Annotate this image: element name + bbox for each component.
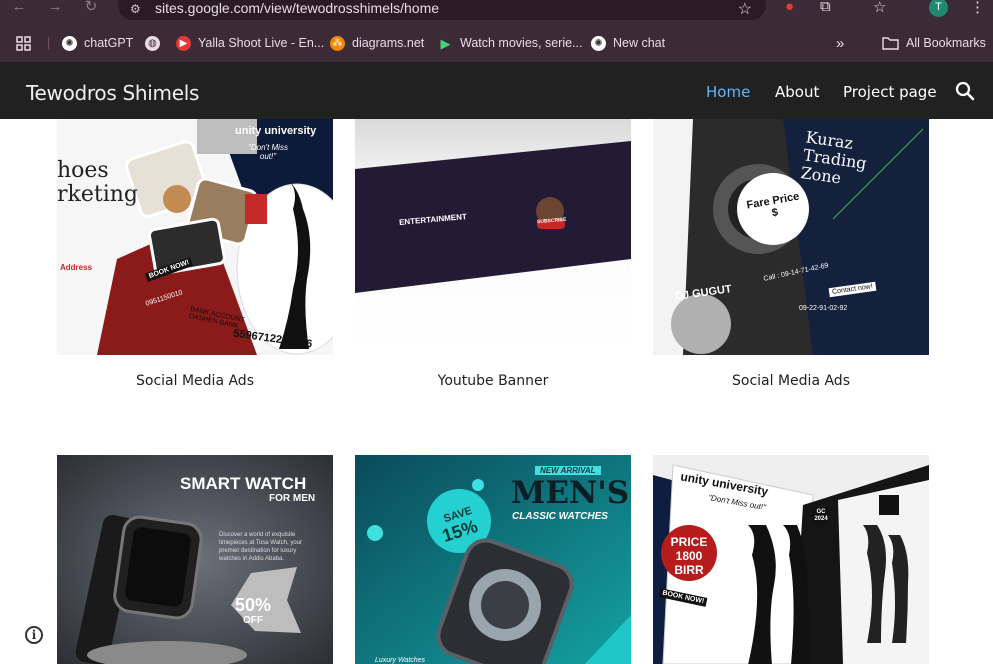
unity-university-amount: 1800	[675, 549, 703, 563]
bookmark-label: Watch movies, serie...	[460, 36, 583, 50]
nav-project-page[interactable]: Project page	[843, 83, 937, 101]
youtube-banner-artwork	[355, 119, 631, 355]
unity-university-price: PRICE	[670, 535, 708, 549]
bookmark-new-chat[interactable]: ✺ New chat	[591, 34, 665, 52]
shoes-ad-dontmiss: "Don't Miss out!"	[248, 143, 288, 161]
url-text[interactable]: sites.google.com/view/tewodrosshimels/ho…	[155, 0, 439, 16]
info-icon[interactable]: i	[25, 626, 43, 644]
mens-watches-sub: CLASSIC WATCHES	[512, 511, 608, 522]
mens-watches-new: NEW ARRIVAL	[535, 466, 601, 475]
nav-about[interactable]: About	[775, 83, 819, 101]
bookmark-yalla-shoot[interactable]: ▶ Yalla Shoot Live - En...	[176, 34, 324, 52]
diagrams-icon: ⁂	[330, 35, 345, 51]
bookmark-label: Yalla Shoot Live - En...	[198, 36, 325, 50]
shoes-ad-address: Address	[60, 263, 93, 272]
profile-avatar[interactable]: T	[929, 0, 948, 17]
smart-watch-title: SMART WATCH	[180, 474, 307, 493]
bookmark-globe[interactable]: ◍	[145, 34, 167, 52]
unity-university-birr: BIRR	[674, 563, 704, 577]
extensions-puzzle-icon[interactable]: ⧉	[820, 0, 831, 15]
play-green-icon: ▶	[440, 35, 451, 51]
folder-icon	[882, 37, 899, 50]
bookmark-label: New chat	[613, 36, 666, 50]
bookmark-diagrams[interactable]: ⁂ diagrams.net	[330, 34, 424, 52]
caption-tile-2: Youtube Banner	[437, 373, 549, 389]
openai-icon: ✺	[591, 35, 606, 51]
dj-ad-artwork	[653, 119, 929, 355]
play-red-icon: ▶	[176, 35, 191, 51]
bookmark-watch-movies[interactable]: ▶ Watch movies, serie...	[438, 34, 583, 52]
bookmark-chatgpt[interactable]: ✺ chatGPT	[62, 34, 133, 52]
gallery-image-youtube-banner[interactable]: ENTERTAINMENT SUBSCRIBE	[355, 119, 631, 355]
bookmark-divider: |	[47, 36, 51, 50]
apps-grid-icon[interactable]	[16, 34, 31, 52]
gallery-image-dj-ad[interactable]: Kuraz Trading Zone Fare Price $ DJ GUGUT…	[653, 119, 929, 355]
shoes-ad-heading: hoes rketing	[57, 158, 138, 207]
all-bookmarks-label: All Bookmarks	[906, 36, 986, 50]
reading-list-star-icon[interactable]: ☆	[873, 0, 886, 16]
gallery-image-unity-university[interactable]: unity university "Don't Miss out!" PRICE…	[653, 455, 929, 664]
shoes-ad-brand: unity university	[235, 125, 317, 137]
bookmark-label: chatGPT	[84, 36, 134, 50]
nav-home[interactable]: Home	[706, 83, 750, 101]
site-header: Tewodros Shimels Home About Project page	[0, 63, 993, 119]
mens-watches-title: MEN'S	[511, 475, 630, 511]
smart-watch-off: 50%	[234, 595, 272, 615]
more-bookmarks-chevron[interactable]: »	[836, 34, 844, 52]
dj-ad-kuraz: Kuraz Trading Zone	[799, 127, 868, 188]
openai-icon: ✺	[62, 35, 77, 51]
address-bar[interactable]: ⚙ sites.google.com/view/tewodrosshimels/…	[118, 0, 766, 20]
bookmark-star-icon[interactable]: ☆	[738, 0, 752, 19]
bookmark-label: diagrams.net	[352, 36, 425, 50]
forward-icon[interactable]: →	[44, 0, 66, 16]
gallery-image-mens-watches[interactable]: NEW ARRIVAL MEN'S CLASSIC WATCHES SAVE 1…	[355, 455, 631, 664]
smart-watch-off-label: OFF	[243, 615, 263, 626]
smart-watch-for: FOR MEN	[269, 493, 316, 504]
gallery-image-smart-watch[interactable]: SMART WATCH FOR MEN Discover a world of …	[57, 455, 333, 664]
caption-tile-1: Social Media Ads	[136, 373, 254, 389]
gallery-image-shoes-ad[interactable]: hoes rketing unity university "Don't Mis…	[57, 119, 333, 355]
dj-ad-phone: 09-22-91-02-92	[799, 305, 848, 312]
browser-toolbar: ← → ↻ ⚙ sites.google.com/view/tewodrossh…	[0, 0, 993, 22]
back-icon[interactable]: ←	[8, 0, 30, 16]
menu-kebab-icon[interactable]: ⋮	[970, 0, 985, 16]
site-info-icon[interactable]: ⚙	[130, 2, 141, 16]
smart-watch-desc: Discover a world of exquisite timepieces…	[219, 532, 303, 562]
bookmarks-bar: | ✺ chatGPT ◍ ▶ Yalla Shoot Live - En...…	[0, 22, 993, 63]
mens-watches-luxury: Luxury Watches	[375, 657, 426, 664]
reload-icon[interactable]: ↻	[80, 0, 102, 16]
search-icon[interactable]	[954, 80, 976, 102]
extension-icon[interactable]: ●	[785, 0, 794, 15]
all-bookmarks-button[interactable]: All Bookmarks	[882, 34, 986, 52]
globe-icon: ◍	[145, 35, 160, 51]
caption-tile-3: Social Media Ads	[732, 373, 850, 389]
site-title[interactable]: Tewodros Shimels	[26, 81, 199, 105]
unity-university-gc: GC 2024	[814, 509, 828, 522]
